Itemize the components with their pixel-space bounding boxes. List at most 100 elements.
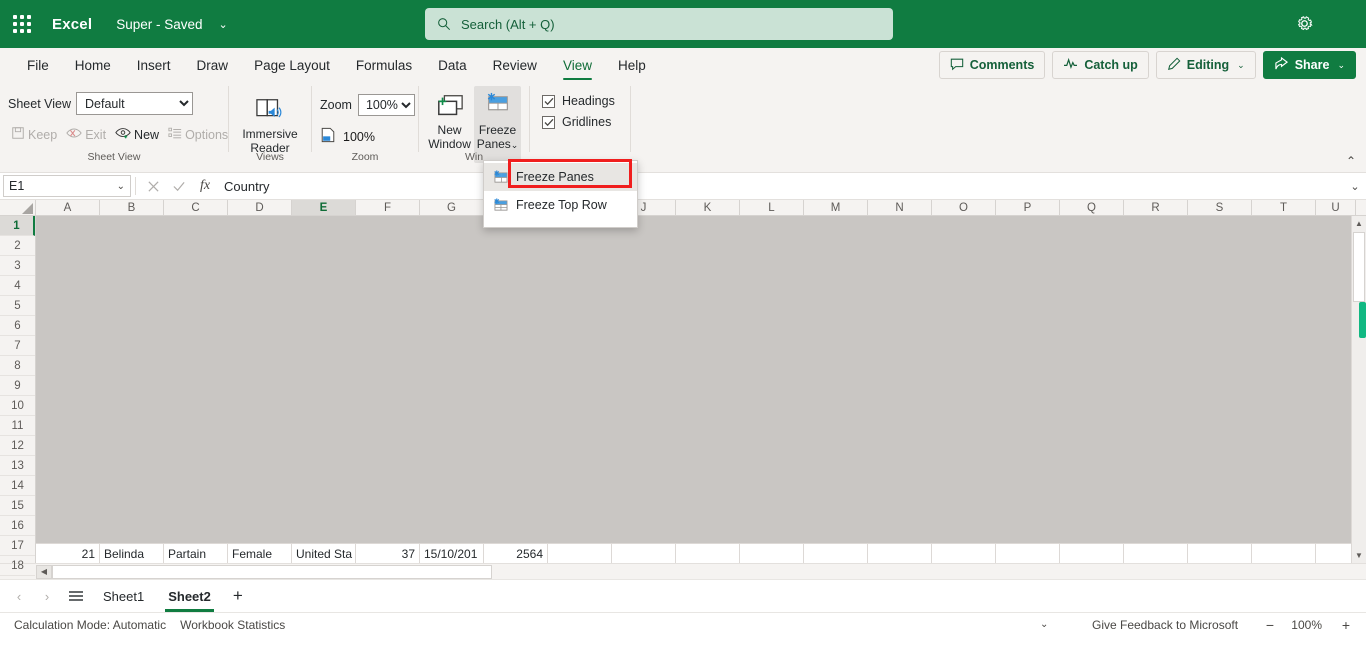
row-header-4[interactable]: 4	[0, 276, 35, 296]
row-header-12[interactable]: 12	[0, 436, 35, 456]
column-header-L[interactable]: L	[740, 200, 804, 215]
column-header-E[interactable]: E	[292, 200, 356, 215]
column-header-Q[interactable]: Q	[1060, 200, 1124, 215]
ribbon-collapse-chevron-icon[interactable]: ⌃	[1346, 154, 1356, 168]
column-header-C[interactable]: C	[164, 200, 228, 215]
settings-gear-icon[interactable]	[1295, 14, 1314, 36]
next-sheet-arrow-icon[interactable]: ›	[34, 583, 60, 609]
cell-L18[interactable]	[740, 544, 804, 563]
gridlines-checkbox[interactable]: Gridlines	[542, 115, 622, 129]
column-header-S[interactable]: S	[1188, 200, 1252, 215]
tab-help[interactable]: Help	[605, 50, 659, 81]
give-feedback-link[interactable]: Give Feedback to Microsoft	[1092, 618, 1238, 632]
sheet-tab-sheet1[interactable]: Sheet1	[92, 581, 155, 612]
status-bar-chevron-down-icon[interactable]: ⌄	[1040, 619, 1048, 630]
column-header-G[interactable]: G	[420, 200, 484, 215]
cell-R18[interactable]	[1124, 544, 1188, 563]
sheet-view-exit-button[interactable]: Exit	[63, 124, 109, 145]
immersive-reader-button[interactable]: Immersive Reader	[237, 90, 303, 155]
row-header-5[interactable]: 5	[0, 296, 35, 316]
menu-item-freeze-top-row[interactable]: Freeze Top Row	[484, 191, 637, 219]
add-sheet-icon[interactable]: +	[224, 583, 252, 609]
row-header-14[interactable]: 14	[0, 476, 35, 496]
cell-S18[interactable]	[1188, 544, 1252, 563]
headings-checkbox[interactable]: Headings	[542, 94, 622, 108]
sheet-view-select[interactable]: Default	[76, 92, 194, 115]
document-title[interactable]: Super - Saved	[116, 17, 202, 32]
cell-E18[interactable]: United Sta	[292, 544, 356, 563]
column-header-D[interactable]: D	[228, 200, 292, 215]
cell-M18[interactable]	[804, 544, 868, 563]
scroll-up-arrow-icon[interactable]: ▲	[1352, 216, 1366, 231]
row-header-8[interactable]: 8	[0, 356, 35, 376]
tab-insert[interactable]: Insert	[124, 50, 184, 81]
sheet-view-new-button[interactable]: New	[112, 124, 162, 145]
cancel-x-icon[interactable]	[140, 180, 166, 193]
zoom-100-button[interactable]: 100%	[320, 127, 410, 146]
cell-C18[interactable]: Partain	[164, 544, 228, 563]
row-header-16[interactable]: 16	[0, 516, 35, 536]
row-header-15[interactable]: 15	[0, 496, 35, 516]
cell-O18[interactable]	[932, 544, 996, 563]
cell-H18[interactable]: 2564	[484, 544, 548, 563]
select-all-corner[interactable]	[0, 200, 36, 215]
tab-draw[interactable]: Draw	[184, 50, 242, 81]
zoom-in-button[interactable]: +	[1342, 617, 1350, 633]
column-header-A[interactable]: A	[36, 200, 100, 215]
cell-Q18[interactable]	[1060, 544, 1124, 563]
column-header-M[interactable]: M	[804, 200, 868, 215]
previous-sheet-arrow-icon[interactable]: ‹	[6, 583, 32, 609]
row-header-3[interactable]: 3	[0, 256, 35, 276]
calculation-mode-status[interactable]: Calculation Mode: Automatic	[14, 618, 166, 632]
freeze-panes-dropdown-menu[interactable]: Freeze Panes Freeze Top Row	[483, 160, 638, 228]
row-header-10[interactable]: 10	[0, 396, 35, 416]
menu-item-freeze-panes[interactable]: Freeze Panes	[484, 163, 637, 191]
share-button[interactable]: Share ⌄	[1262, 51, 1356, 79]
cell-B18[interactable]: Belinda	[100, 544, 164, 563]
vertical-scrollbar[interactable]: ▲ ▼	[1351, 216, 1366, 563]
cell-N18[interactable]	[868, 544, 932, 563]
app-launcher-icon[interactable]	[0, 0, 44, 48]
table-row[interactable]: 21 Belinda Partain Female United Sta 37 …	[36, 543, 1366, 563]
column-header-T[interactable]: T	[1252, 200, 1316, 215]
zoom-select[interactable]: 100%	[357, 94, 415, 116]
cell-I18[interactable]	[548, 544, 612, 563]
cell-P18[interactable]	[996, 544, 1060, 563]
cell-D18[interactable]: Female	[228, 544, 292, 563]
document-menu-chevron-icon[interactable]: ⌄	[219, 18, 228, 31]
tab-page-layout[interactable]: Page Layout	[241, 50, 343, 81]
tab-formulas[interactable]: Formulas	[343, 50, 425, 81]
workbook-statistics-status[interactable]: Workbook Statistics	[180, 618, 285, 632]
formula-bar-expand-chevron-icon[interactable]: ⌄	[1344, 180, 1366, 193]
cell-A18[interactable]: 21	[36, 544, 100, 563]
grid-cells-area[interactable]: 21 Belinda Partain Female United Sta 37 …	[36, 216, 1366, 563]
column-header-P[interactable]: P	[996, 200, 1060, 215]
cell-G18[interactable]: 15/10/201	[420, 544, 484, 563]
column-header-O[interactable]: O	[932, 200, 996, 215]
vertical-scrollbar-thumb[interactable]	[1353, 232, 1365, 302]
cell-T18[interactable]	[1252, 544, 1316, 563]
row-header-18[interactable]: 18	[0, 556, 35, 576]
sheet-view-keep-button[interactable]: Keep	[8, 124, 60, 145]
column-header-U[interactable]: U	[1316, 200, 1356, 215]
row-header-2[interactable]: 2	[0, 236, 35, 256]
sheet-tab-sheet2[interactable]: Sheet2	[157, 581, 222, 612]
row-header-1[interactable]: 1	[0, 216, 35, 236]
column-header-N[interactable]: N	[868, 200, 932, 215]
tab-file[interactable]: File	[14, 50, 62, 81]
horizontal-scrollbar[interactable]: ◀	[0, 563, 1366, 579]
row-header-17[interactable]: 17	[0, 536, 35, 556]
cell-F18[interactable]: 37	[356, 544, 420, 563]
tab-home[interactable]: Home	[62, 50, 124, 81]
column-header-F[interactable]: F	[356, 200, 420, 215]
comments-button[interactable]: Comments	[938, 51, 1046, 79]
cell-J18[interactable]	[612, 544, 676, 563]
formula-input[interactable]: Country	[218, 179, 1344, 194]
sheet-view-options-button[interactable]: Options	[165, 124, 231, 145]
tab-review[interactable]: Review	[480, 50, 550, 81]
horizontal-scrollbar-thumb[interactable]	[52, 564, 492, 579]
enter-check-icon[interactable]	[166, 180, 192, 193]
scroll-left-arrow-icon[interactable]: ◀	[36, 564, 52, 579]
row-header-6[interactable]: 6	[0, 316, 35, 336]
zoom-level-value[interactable]: 100%	[1291, 618, 1322, 632]
